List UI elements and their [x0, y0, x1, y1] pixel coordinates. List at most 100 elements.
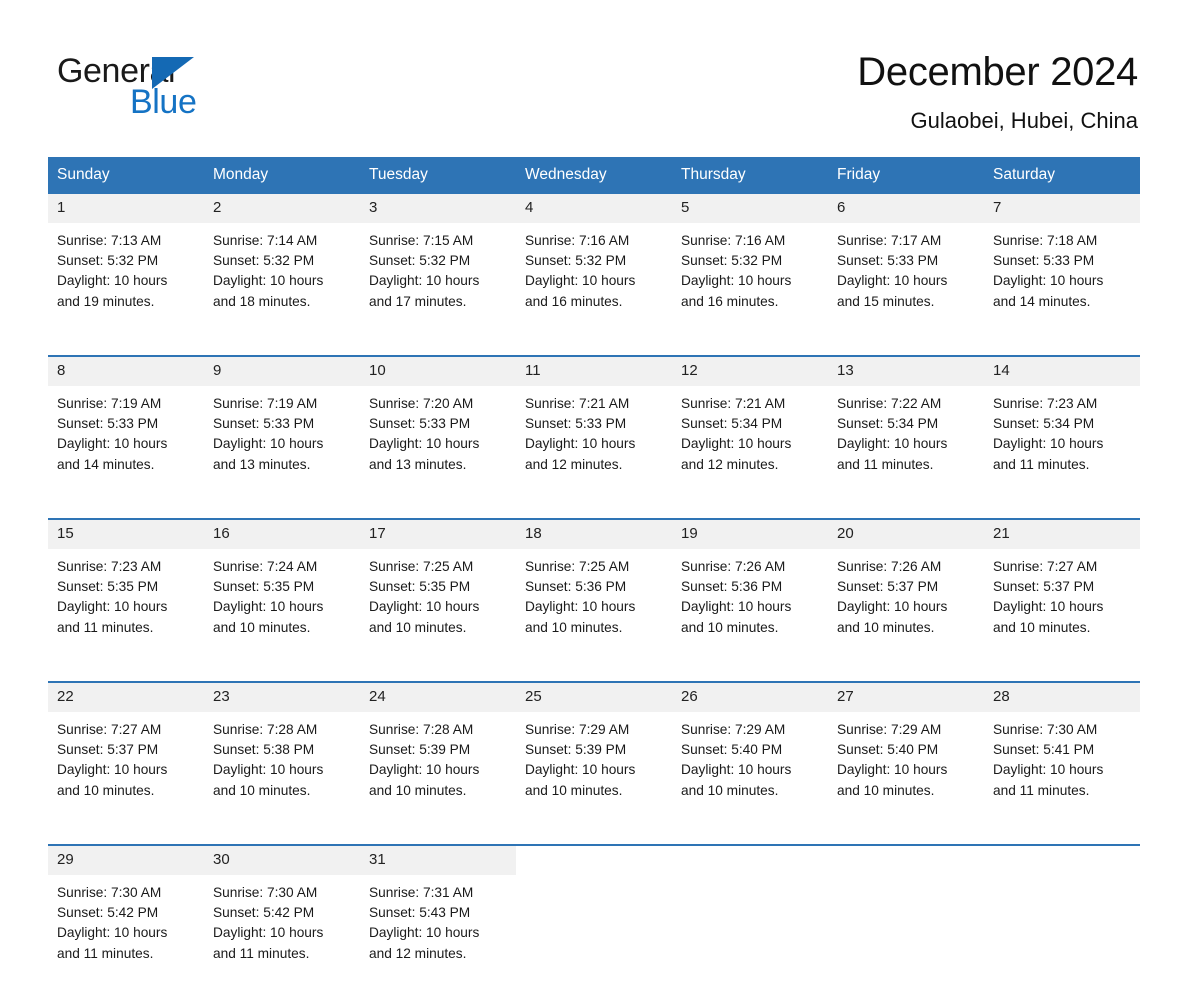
day-number: 14 [984, 357, 1140, 386]
page-header: General Blue December 2024 Gulaobei, Hub… [0, 0, 1188, 155]
calendar-day-cell[interactable]: 9 Sunrise: 7:19 AM Sunset: 5:33 PM Daylight… [204, 355, 360, 500]
day-number: 4 [516, 194, 672, 223]
day-details: Sunrise: 7:29 AM Sunset: 5:40 PM Daylight:… [828, 712, 984, 826]
sunrise-text: Sunrise: 7:29 AM [525, 722, 630, 737]
sunset-text: Sunset: 5:36 PM [681, 579, 783, 595]
calendar-day-cell[interactable]: 19 Sunrise: 7:26 AM Sunset: 5:36 PM Dayligh… [672, 518, 828, 663]
daylight-text-line2: and 10 minutes. [369, 782, 467, 798]
sunrise-text: Sunrise: 7:16 AM [681, 233, 786, 248]
daylight-text-line1: Daylight: 10 hours [57, 599, 168, 615]
sunrise-text: Sunrise: 7:19 AM [213, 396, 318, 411]
daylight-text-line1: Daylight: 10 hours [57, 436, 168, 452]
calendar-day-cell[interactable]: 4 Sunrise: 7:16 AM Sunset: 5:32 PM Daylight… [516, 194, 672, 337]
calendar-day-cell[interactable]: 20 Sunrise: 7:26 AM Sunset: 5:37 PM Dayligh… [828, 518, 984, 663]
general-blue-logo[interactable]: General Blue [57, 52, 257, 124]
day-details: Sunrise: 7:19 AM Sunset: 5:33 PM Daylight:… [48, 386, 204, 500]
daylight-text-line1: Daylight: 10 hours [213, 273, 324, 289]
sunset-text: Sunset: 5:34 PM [837, 416, 939, 432]
calendar-day-cell[interactable]: 3 Sunrise: 7:15 AM Sunset: 5:32 PM Daylight… [360, 194, 516, 337]
calendar-day-cell[interactable]: 26 Sunrise: 7:29 AM Sunset: 5:40 PM Dayligh… [672, 681, 828, 826]
day-number: 19 [672, 520, 828, 549]
day-details: Sunrise: 7:30 AM Sunset: 5:42 PM Daylight:… [204, 875, 360, 989]
calendar-day-cell-empty [672, 844, 828, 989]
calendar-day-cell[interactable]: 16 Sunrise: 7:24 AM Sunset: 5:35 PM Dayligh… [204, 518, 360, 663]
day-number [516, 846, 672, 875]
sunset-text: Sunset: 5:36 PM [525, 579, 627, 595]
sunset-text: Sunset: 5:37 PM [993, 579, 1095, 595]
calendar-day-cell[interactable]: 5 Sunrise: 7:16 AM Sunset: 5:32 PM Daylight… [672, 194, 828, 337]
sunrise-text: Sunrise: 7:16 AM [525, 233, 630, 248]
sunset-text: Sunset: 5:37 PM [57, 742, 159, 758]
calendar-day-cell[interactable]: 23 Sunrise: 7:28 AM Sunset: 5:38 PM Dayligh… [204, 681, 360, 826]
day-number: 3 [360, 194, 516, 223]
calendar-day-cell[interactable]: 11 Sunrise: 7:21 AM Sunset: 5:33 PM Dayligh… [516, 355, 672, 500]
sunrise-text: Sunrise: 7:25 AM [525, 559, 630, 574]
calendar-day-cell[interactable]: 15 Sunrise: 7:23 AM Sunset: 5:35 PM Dayligh… [48, 518, 204, 663]
sunrise-text: Sunrise: 7:30 AM [213, 885, 318, 900]
day-number: 25 [516, 683, 672, 712]
day-number: 18 [516, 520, 672, 549]
sunrise-text: Sunrise: 7:13 AM [57, 233, 162, 248]
calendar-day-cell[interactable]: 25 Sunrise: 7:29 AM Sunset: 5:39 PM Dayligh… [516, 681, 672, 826]
day-number: 2 [204, 194, 360, 223]
daylight-text-line1: Daylight: 10 hours [213, 436, 324, 452]
day-details: Sunrise: 7:16 AM Sunset: 5:32 PM Daylight:… [672, 223, 828, 337]
day-details: Sunrise: 7:30 AM Sunset: 5:41 PM Daylight:… [984, 712, 1140, 826]
daylight-text-line1: Daylight: 10 hours [993, 273, 1104, 289]
daylight-text-line1: Daylight: 10 hours [57, 925, 168, 941]
week-spacer-cell [48, 663, 1140, 682]
calendar-day-cell[interactable]: 29 Sunrise: 7:30 AM Sunset: 5:42 PM Dayligh… [48, 844, 204, 989]
sunrise-text: Sunrise: 7:15 AM [369, 233, 474, 248]
day-details [516, 875, 672, 989]
calendar-day-cell[interactable]: 8 Sunrise: 7:19 AM Sunset: 5:33 PM Daylight… [48, 355, 204, 500]
sunrise-text: Sunrise: 7:30 AM [993, 722, 1098, 737]
calendar-day-cell[interactable]: 17 Sunrise: 7:25 AM Sunset: 5:35 PM Dayligh… [360, 518, 516, 663]
calendar-day-cell[interactable]: 30 Sunrise: 7:30 AM Sunset: 5:42 PM Dayligh… [204, 844, 360, 989]
daylight-text-line2: and 10 minutes. [525, 782, 623, 798]
calendar-day-cell[interactable]: 31 Sunrise: 7:31 AM Sunset: 5:43 PM Dayligh… [360, 844, 516, 989]
daylight-text-line2: and 11 minutes. [837, 456, 934, 472]
calendar-day-cell[interactable]: 1 Sunrise: 7:13 AM Sunset: 5:32 PM Daylight… [48, 194, 204, 337]
daylight-text-line2: and 10 minutes. [681, 619, 779, 635]
day-number: 23 [204, 683, 360, 712]
calendar-day-cell[interactable]: 22 Sunrise: 7:27 AM Sunset: 5:37 PM Dayligh… [48, 681, 204, 826]
calendar-day-cell[interactable]: 7 Sunrise: 7:18 AM Sunset: 5:33 PM Daylight… [984, 194, 1140, 337]
sunrise-text: Sunrise: 7:23 AM [993, 396, 1098, 411]
calendar-day-cell[interactable]: 6 Sunrise: 7:17 AM Sunset: 5:33 PM Daylight… [828, 194, 984, 337]
calendar-day-cell[interactable]: 18 Sunrise: 7:25 AM Sunset: 5:36 PM Dayligh… [516, 518, 672, 663]
day-details: Sunrise: 7:13 AM Sunset: 5:32 PM Daylight:… [48, 223, 204, 337]
day-number: 20 [828, 520, 984, 549]
calendar-day-cell-empty [828, 844, 984, 989]
calendar-day-cell[interactable]: 12 Sunrise: 7:21 AM Sunset: 5:34 PM Dayligh… [672, 355, 828, 500]
daylight-text-line1: Daylight: 10 hours [681, 273, 792, 289]
calendar-day-cell[interactable]: 24 Sunrise: 7:28 AM Sunset: 5:39 PM Dayligh… [360, 681, 516, 826]
calendar-day-cell[interactable]: 27 Sunrise: 7:29 AM Sunset: 5:40 PM Dayligh… [828, 681, 984, 826]
calendar-day-cell[interactable]: 2 Sunrise: 7:14 AM Sunset: 5:32 PM Daylight… [204, 194, 360, 337]
calendar-day-cell[interactable]: 13 Sunrise: 7:22 AM Sunset: 5:34 PM Dayligh… [828, 355, 984, 500]
sunset-text: Sunset: 5:39 PM [525, 742, 627, 758]
sunset-text: Sunset: 5:40 PM [681, 742, 783, 758]
sunrise-text: Sunrise: 7:18 AM [993, 233, 1098, 248]
calendar-day-cell[interactable]: 28 Sunrise: 7:30 AM Sunset: 5:41 PM Dayligh… [984, 681, 1140, 826]
day-number: 1 [48, 194, 204, 223]
location-subtitle: Gulaobei, Hubei, China [910, 108, 1138, 133]
day-details: Sunrise: 7:27 AM Sunset: 5:37 PM Daylight:… [984, 549, 1140, 663]
calendar-day-cell[interactable]: 21 Sunrise: 7:27 AM Sunset: 5:37 PM Dayligh… [984, 518, 1140, 663]
daylight-text-line2: and 10 minutes. [57, 782, 155, 798]
daylight-text-line1: Daylight: 10 hours [837, 762, 948, 778]
daylight-text-line2: and 10 minutes. [993, 619, 1091, 635]
day-number: 13 [828, 357, 984, 386]
sunset-text: Sunset: 5:35 PM [213, 579, 315, 595]
sunset-text: Sunset: 5:35 PM [57, 579, 159, 595]
day-details: Sunrise: 7:18 AM Sunset: 5:33 PM Daylight:… [984, 223, 1140, 337]
calendar-day-cell[interactable]: 14 Sunrise: 7:23 AM Sunset: 5:34 PM Dayligh… [984, 355, 1140, 500]
sunrise-text: Sunrise: 7:31 AM [369, 885, 474, 900]
weekday-header-sunday: Sunday [48, 157, 204, 194]
daylight-text-line2: and 10 minutes. [525, 619, 623, 635]
sunset-text: Sunset: 5:39 PM [369, 742, 471, 758]
sunset-text: Sunset: 5:32 PM [525, 253, 627, 269]
day-number: 16 [204, 520, 360, 549]
sunset-text: Sunset: 5:32 PM [57, 253, 159, 269]
day-number: 21 [984, 520, 1140, 549]
calendar-day-cell[interactable]: 10 Sunrise: 7:20 AM Sunset: 5:33 PM Dayligh… [360, 355, 516, 500]
